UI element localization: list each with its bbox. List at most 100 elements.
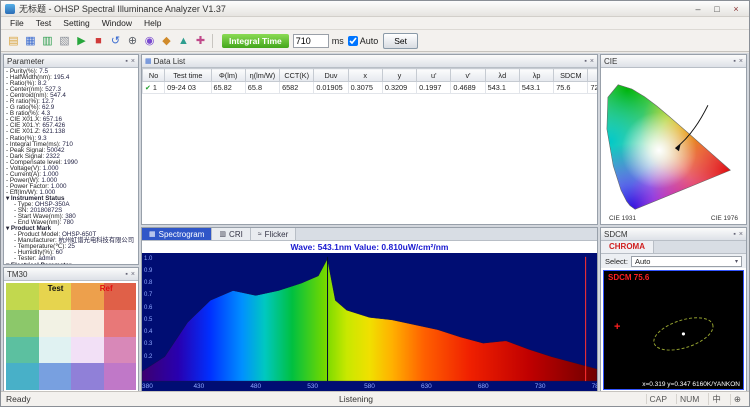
tm30-test-label: Test xyxy=(47,284,64,293)
zoom-icon[interactable]: ⊕ xyxy=(124,32,141,50)
tm30-cell xyxy=(6,283,39,310)
table-row[interactable]: ✔ 1 09-24 03 65.82 65.8 6582 0.01905 0.3075 0.32… xyxy=(142,81,597,94)
auto-checkbox[interactable] xyxy=(347,35,358,46)
menu-window[interactable]: Window xyxy=(96,17,138,30)
data-table-scroll[interactable]: No Test time Φ(lm) η(lm/W) CCT(K) Duv x y u' v' λd… xyxy=(142,68,597,224)
spectrogram-chart: Wave: 543.1nm Value: 0.810uW/cm²/nm 1.0 … xyxy=(142,241,597,392)
parameter-value: 60 xyxy=(55,249,63,257)
column-header[interactable]: SDCM xyxy=(553,68,589,82)
sdcm-panel-title: SDCM xyxy=(604,229,628,239)
cie-1931-label[interactable]: CIE 1931 xyxy=(609,215,636,224)
y-tick-label: 0.4 xyxy=(144,329,153,336)
auto-label: Auto xyxy=(359,35,379,46)
camera-icon[interactable]: ◉ xyxy=(141,32,158,50)
sdcm-select-row: Select: Auto ▾ xyxy=(601,254,746,268)
parameter-panel-title: Parameter xyxy=(7,56,45,66)
column-header[interactable]: λd xyxy=(484,68,520,82)
parameter-value: 25 xyxy=(67,243,75,251)
column-header[interactable]: λp xyxy=(518,68,555,82)
spectrum-plot[interactable]: 1.0 0.9 0.8 0.7 0.6 0.5 0.4 0.3 0.2 xyxy=(142,253,597,383)
datalist-body: ✔ 1 09-24 03 65.82 65.8 6582 0.01905 0.3075 0.32… xyxy=(142,81,597,94)
close-icon[interactable]: × xyxy=(739,231,743,238)
menu-help[interactable]: Help xyxy=(138,17,167,30)
column-header[interactable]: Duv xyxy=(313,68,349,82)
open-icon[interactable]: ▤ xyxy=(5,32,22,50)
play-icon[interactable]: ▶ xyxy=(73,32,90,50)
save-icon[interactable]: ▦ xyxy=(22,32,39,50)
table-cell: 75.6 xyxy=(553,81,589,94)
chart-icon[interactable]: ▲ xyxy=(175,32,192,50)
sdcm-chart[interactable]: SDCM 75.6 + x=0.319 y=0.347 6160K/YANKON xyxy=(603,270,744,390)
x-tick-label: 480 xyxy=(250,383,262,390)
column-header[interactable]: η(lm/W) xyxy=(244,68,281,82)
title-bar[interactable]: 无标题 - OHSP Spectral Illuminance Analyzer… xyxy=(1,1,749,17)
column-header[interactable]: Φ(lm) xyxy=(210,68,246,82)
export-icon[interactable]: ▥ xyxy=(39,32,56,50)
menu-file[interactable]: File xyxy=(4,17,30,30)
pin-icon[interactable]: ▪ xyxy=(584,58,586,65)
pin-icon[interactable]: ▪ xyxy=(733,58,735,65)
tab-flicker[interactable]: ≈ Flicker xyxy=(250,228,297,240)
integral-unit-label: ms xyxy=(331,35,344,46)
cie-diagram[interactable]: CIE 1931 CIE 1976 xyxy=(601,68,746,224)
tm30-panel-header: TM30 ▪ × xyxy=(4,268,138,281)
spectrogram-tab-icon: ▦ xyxy=(149,231,156,238)
minimize-button[interactable]: – xyxy=(689,2,707,15)
tab-chroma[interactable]: CHROMA xyxy=(601,241,654,253)
stop-icon[interactable]: ■ xyxy=(90,32,107,50)
print-icon[interactable]: ▧ xyxy=(56,32,73,50)
close-button[interactable]: × xyxy=(727,2,745,15)
compare-icon[interactable]: ◆ xyxy=(158,32,175,50)
refresh-icon[interactable]: ↺ xyxy=(107,32,124,50)
y-tick-label: 0.8 xyxy=(144,280,153,287)
row-status-icon: ✔ xyxy=(145,85,151,92)
spectro-tabbar: ▦ Spectrogram ▥ CRI ≈ Flicker xyxy=(142,228,597,241)
close-icon[interactable]: × xyxy=(739,58,743,65)
pin-icon[interactable]: ▪ xyxy=(733,231,735,238)
settings-icon[interactable]: ✚ xyxy=(192,32,209,50)
tab-spectrogram[interactable]: ▦ Spectrogram xyxy=(142,228,213,240)
y-tick-label: 0.7 xyxy=(144,292,153,299)
column-header[interactable]: CCT(K) xyxy=(279,68,315,82)
close-icon[interactable]: × xyxy=(131,58,135,65)
tab-label: Spectrogram xyxy=(158,229,205,239)
integral-time-input[interactable] xyxy=(292,33,329,48)
pin-icon[interactable]: ▪ xyxy=(125,58,127,65)
integral-time-label: Integral Time xyxy=(222,33,289,48)
parameter-group[interactable]: ▾ Electrical Parameter xyxy=(6,262,136,264)
close-icon[interactable]: × xyxy=(131,271,135,278)
tm30-cell xyxy=(38,336,71,364)
table-cell: 0.01905 xyxy=(313,81,349,94)
cri-tab-icon: ▥ xyxy=(219,231,227,238)
column-header[interactable]: Ra xyxy=(587,68,597,82)
menu-setting[interactable]: Setting xyxy=(57,17,95,30)
status-center: Listening xyxy=(339,394,374,404)
parameter-value: 780 xyxy=(63,219,74,227)
tab-cri[interactable]: ▥ CRI xyxy=(212,228,251,240)
maximize-button[interactable]: □ xyxy=(708,2,726,15)
column-header[interactable]: No xyxy=(142,68,166,82)
sdcm-point-marker xyxy=(681,332,686,336)
column-header[interactable]: v' xyxy=(450,68,486,82)
status-item: CAP xyxy=(645,394,670,404)
column-header[interactable]: y xyxy=(381,68,418,82)
close-icon[interactable]: × xyxy=(590,58,594,65)
table-cell: 543.1 xyxy=(484,81,520,94)
x-tick-label: 630 xyxy=(420,383,432,390)
table-cell: 543.1 xyxy=(518,81,555,94)
tm30-panel: TM30 ▪ × Test Ref xyxy=(3,267,139,393)
table-cell: 65.8 xyxy=(244,81,281,94)
column-header[interactable]: u' xyxy=(416,68,452,82)
x-tick-label: 580 xyxy=(364,383,375,390)
cie-1976-label[interactable]: CIE 1976 xyxy=(711,215,738,224)
window-title: 无标题 - OHSP Spectral Illuminance Analyzer… xyxy=(19,4,226,14)
tm30-cell xyxy=(38,309,71,337)
pin-icon[interactable]: ▪ xyxy=(125,271,127,278)
column-header[interactable]: Test time xyxy=(164,68,212,82)
data-list-title: Data List xyxy=(153,56,186,66)
menu-test[interactable]: Test xyxy=(30,17,58,30)
set-button[interactable]: Set xyxy=(383,32,419,49)
sdcm-select-dropdown[interactable]: Auto ▾ xyxy=(630,255,742,267)
column-header[interactable]: x xyxy=(347,68,383,82)
sdcm-cross-marker: + xyxy=(614,320,621,333)
